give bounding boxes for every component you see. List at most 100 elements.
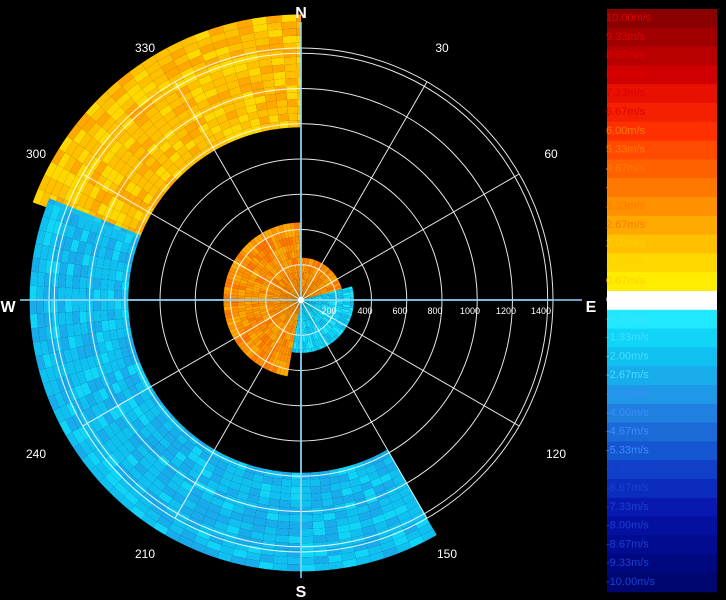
colorbar-label: -5.33m/s bbox=[606, 444, 649, 456]
colorbar-label: -8.00m/s bbox=[606, 520, 649, 532]
velocity-cell bbox=[312, 520, 325, 529]
velocity-cell bbox=[44, 273, 53, 287]
velocity-cell bbox=[287, 549, 301, 558]
velocity-cell bbox=[94, 267, 103, 279]
colorbar-label: 5.33m/s bbox=[606, 144, 646, 156]
velocity-cell bbox=[100, 300, 108, 311]
velocity-cell bbox=[292, 348, 296, 353]
velocity-cell bbox=[287, 113, 298, 121]
velocity-cell bbox=[301, 535, 314, 544]
velocity-cell bbox=[93, 289, 101, 300]
range-label-1400: 1400 bbox=[531, 306, 551, 316]
velocity-cell bbox=[321, 491, 333, 500]
angle-label-60: 60 bbox=[544, 147, 558, 161]
velocity-cell bbox=[320, 484, 332, 493]
velocity-cell bbox=[94, 321, 103, 333]
velocity-cell bbox=[288, 528, 301, 537]
velocity-cell bbox=[114, 300, 122, 310]
velocity-cell bbox=[100, 289, 108, 300]
velocity-cell bbox=[301, 528, 314, 537]
velocity-cell bbox=[319, 477, 331, 486]
velocity-cell bbox=[93, 278, 102, 290]
velocity-cell bbox=[65, 275, 74, 289]
compass-north-label: N bbox=[295, 5, 307, 22]
colorbar-label: -6.00m/s bbox=[606, 463, 649, 475]
colorbar-label: -3.33m/s bbox=[606, 388, 649, 400]
velocity-cell bbox=[289, 514, 301, 523]
velocity-cell bbox=[301, 500, 312, 508]
colorbar-label: 1.33m/s bbox=[606, 256, 646, 268]
velocity-cell bbox=[72, 311, 81, 324]
velocity-cell bbox=[323, 512, 336, 521]
velocity-cell bbox=[267, 22, 283, 31]
velocity-cell bbox=[276, 99, 288, 108]
velocity-cell bbox=[281, 21, 297, 30]
velocity-cell bbox=[287, 106, 298, 114]
velocity-cell bbox=[301, 563, 316, 572]
velocity-cell bbox=[36, 286, 45, 300]
velocity-cell bbox=[43, 300, 52, 314]
colorbar-label: -4.00m/s bbox=[606, 407, 649, 419]
velocity-cell bbox=[107, 309, 116, 321]
velocity-cell bbox=[282, 35, 297, 44]
velocity-cell bbox=[310, 478, 321, 487]
colorbar-label: 10.00m/s bbox=[606, 12, 652, 24]
velocity-cell bbox=[80, 265, 89, 278]
velocity-cell bbox=[37, 272, 46, 287]
velocity-cell bbox=[314, 555, 329, 564]
velocity-cell bbox=[57, 300, 66, 313]
compass-south-label: S bbox=[296, 584, 307, 600]
velocity-cell bbox=[71, 288, 80, 300]
velocity-cell bbox=[291, 479, 301, 487]
velocity-cell bbox=[306, 348, 310, 353]
velocity-cell bbox=[268, 498, 280, 507]
velocity-cell bbox=[268, 114, 280, 123]
velocity-cell bbox=[273, 78, 286, 87]
velocity-cell bbox=[312, 527, 326, 536]
velocity-cell bbox=[290, 493, 301, 501]
velocity-cell bbox=[301, 486, 312, 494]
range-label-200: 200 bbox=[321, 306, 336, 316]
colorbar-label: -6.67m/s bbox=[606, 482, 649, 494]
velocity-cell bbox=[64, 300, 73, 313]
velocity-cell bbox=[266, 15, 282, 24]
velocity-cell bbox=[322, 498, 334, 507]
velocity-cell bbox=[244, 296, 252, 300]
velocity-cell bbox=[288, 535, 301, 544]
velocity-cell bbox=[272, 64, 286, 73]
colorbar-label: -8.67m/s bbox=[606, 538, 649, 550]
velocity-cell bbox=[108, 269, 117, 281]
velocity-cell bbox=[275, 92, 287, 101]
colorbar-label: 8.67m/s bbox=[606, 50, 646, 62]
range-label-1200: 1200 bbox=[496, 306, 516, 316]
colorbar-label: -10.00m/s bbox=[606, 576, 655, 588]
colorbar-label: -0.67m/s bbox=[606, 313, 649, 325]
velocity-cell bbox=[277, 513, 290, 522]
velocity-cell bbox=[64, 287, 73, 300]
colorbar-label: -2.00m/s bbox=[606, 350, 649, 362]
velocity-cell bbox=[29, 313, 39, 329]
velocity-cell bbox=[44, 313, 53, 327]
velocity-cell bbox=[107, 289, 115, 300]
angle-label-210: 210 bbox=[135, 547, 155, 561]
velocity-cell bbox=[58, 274, 67, 288]
velocity-cell bbox=[284, 63, 297, 72]
velocity-cell bbox=[295, 236, 300, 244]
velocity-cell bbox=[274, 548, 288, 557]
velocity-cell bbox=[79, 276, 88, 289]
colorbar-label: 8.00m/s bbox=[606, 68, 646, 80]
colorbar-label: 6.00m/s bbox=[606, 125, 646, 137]
colorbar-label: -7.33m/s bbox=[606, 501, 649, 513]
velocity-cell bbox=[289, 521, 301, 530]
velocity-cell bbox=[78, 288, 87, 300]
velocity-cell bbox=[115, 318, 124, 330]
angle-label-330: 330 bbox=[135, 41, 155, 55]
range-label-600: 600 bbox=[392, 306, 407, 316]
velocity-cell bbox=[58, 312, 67, 326]
radar-velocity-chart: N E S W 30 60 120 150 210 240 300 330 20… bbox=[0, 0, 726, 600]
velocity-cell bbox=[312, 513, 325, 522]
velocity-cell bbox=[36, 300, 45, 314]
velocity-cell bbox=[301, 549, 315, 558]
velocity-cell bbox=[276, 527, 290, 536]
velocity-cell bbox=[107, 279, 116, 291]
